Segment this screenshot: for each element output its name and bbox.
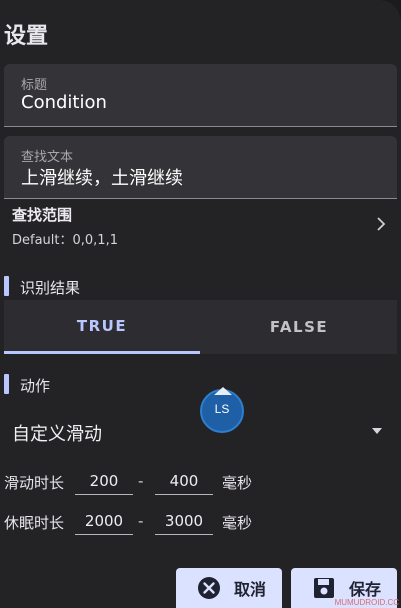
action-section-label: 动作 — [20, 377, 51, 395]
cancel-button-label: 取消 — [234, 580, 267, 599]
action-dropdown[interactable]: 自定义滑动 — [12, 420, 382, 445]
tab-false[interactable]: FALSE — [201, 300, 397, 354]
search-text-label: 查找文本 — [21, 150, 74, 165]
sleep-duration-min-input[interactable]: 2000 — [75, 508, 133, 535]
dropdown-arrow-icon — [372, 428, 382, 434]
result-section-label: 识别结果 — [20, 279, 81, 297]
sleep-duration-max-input[interactable]: 3000 — [155, 508, 213, 535]
close-circle-icon — [198, 577, 220, 599]
settings-sheet: 设置 标题 Condition 查找文本 上滑继续，土滑继续 查找范围 Defa… — [0, 0, 401, 608]
section-accent-bar — [4, 276, 9, 296]
sleep-duration-row: 休眠时长 2000 - 3000 毫秒 — [4, 508, 304, 536]
action-dropdown-value: 自定义滑动 — [12, 424, 102, 445]
swipe-duration-label: 滑动时长 — [4, 474, 65, 492]
floating-assistant-badge[interactable]: LS — [200, 387, 244, 433]
swipe-duration-min-input[interactable]: 200 — [75, 468, 133, 495]
sleep-duration-unit: 毫秒 — [222, 514, 253, 532]
title-field-label: 标题 — [21, 78, 48, 93]
section-accent-bar — [4, 374, 9, 394]
cancel-button[interactable]: 取消 — [176, 568, 282, 608]
range-dash: - — [138, 472, 144, 490]
swipe-duration-unit: 毫秒 — [222, 474, 253, 492]
search-scope-row[interactable]: 查找范围 Default：0,0,1,1 — [12, 204, 392, 250]
badge-cap-icon — [214, 387, 232, 395]
save-button-label: 保存 — [349, 580, 382, 599]
range-dash: - — [138, 512, 144, 530]
search-scope-default: Default：0,0,1,1 — [12, 233, 118, 248]
result-tabs: TRUE FALSE — [4, 300, 397, 354]
watermark: MUMUDROID.CC — [334, 598, 399, 607]
sleep-duration-label: 休眠时长 — [4, 514, 65, 532]
badge-text: LS — [214, 402, 230, 416]
search-text-field[interactable]: 查找文本 上滑继续，土滑继续 — [4, 136, 397, 199]
save-icon — [314, 578, 334, 598]
page-title: 设置 — [4, 24, 49, 49]
swipe-duration-row: 滑动时长 200 - 400 毫秒 — [4, 468, 304, 496]
search-scope-title: 查找范围 — [12, 206, 73, 224]
chevron-right-icon — [377, 217, 386, 231]
tab-true[interactable]: TRUE — [4, 300, 200, 354]
swipe-duration-max-input[interactable]: 400 — [155, 468, 213, 495]
search-text-value[interactable]: 上滑继续，土滑继续 — [21, 164, 183, 190]
title-field[interactable]: 标题 Condition — [4, 64, 397, 127]
title-field-value[interactable]: Condition — [21, 92, 107, 113]
